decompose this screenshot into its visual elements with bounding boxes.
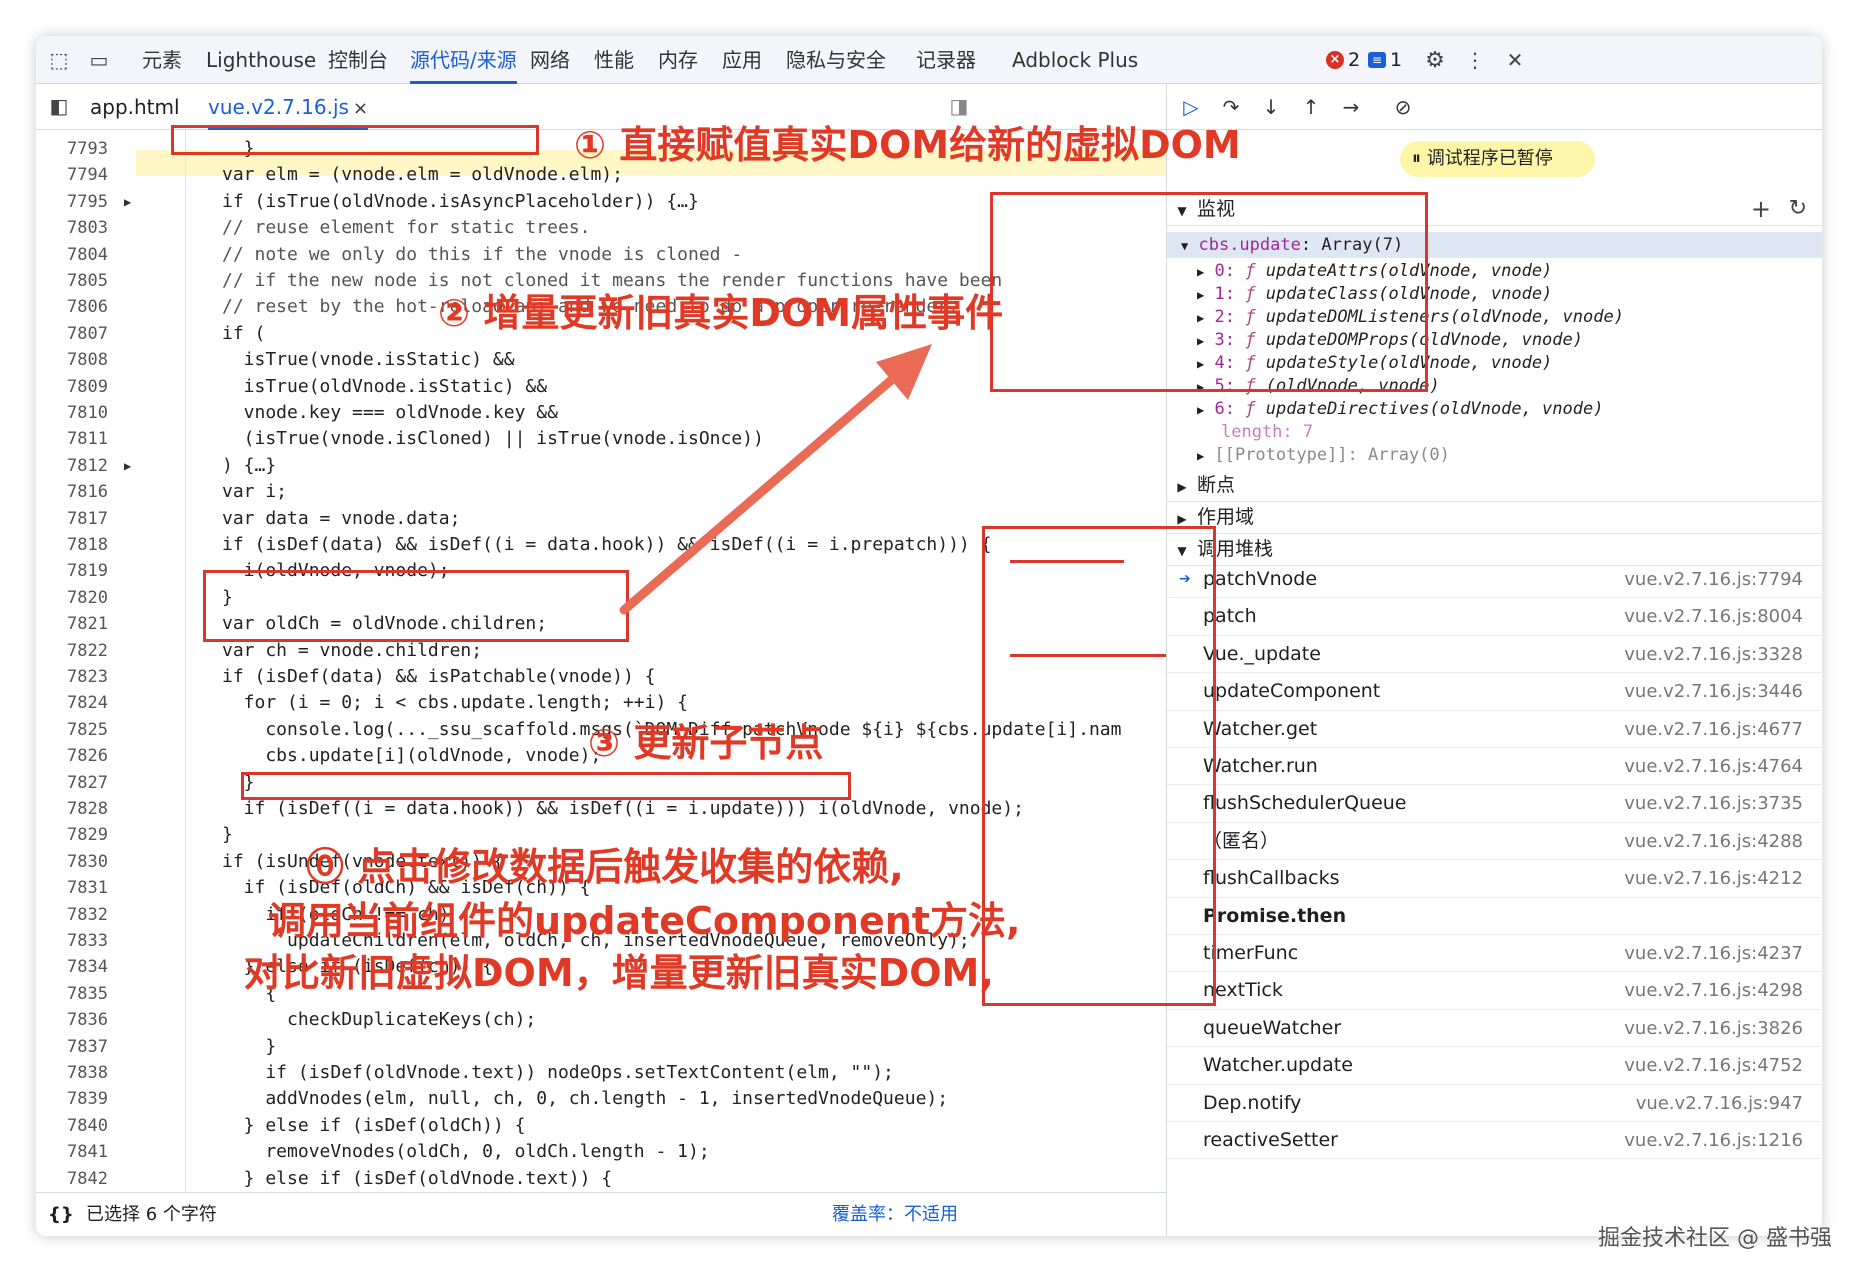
annotation-step-0-line3: 对比新旧虚拟DOM，增量更新旧真实DOM, bbox=[244, 951, 994, 995]
annotation-step-3: ③ 更新子节点 bbox=[588, 721, 824, 765]
annotation-step-2: ② 增量更新旧真实DOM属性事件 bbox=[438, 291, 1004, 335]
watermark: 掘金技术社区 @ 盛书强 bbox=[1598, 1226, 1832, 1251]
annotation-step-1: ① 直接赋值真实DOM给新的虚拟DOM bbox=[574, 123, 1241, 167]
annotation-arrow bbox=[619, 344, 932, 615]
devtools-window: ⬚ ▭ 元素 Lighthouse 控制台 源代码/来源 网络 性能 内存 应用… bbox=[36, 36, 1822, 1236]
annotation-step-0-line2: 调用当前组件的updateComponent方法, bbox=[268, 899, 1021, 943]
annotation-step-0-line1: ⓪ 点击修改数据后触发收集的依赖, bbox=[306, 845, 904, 889]
